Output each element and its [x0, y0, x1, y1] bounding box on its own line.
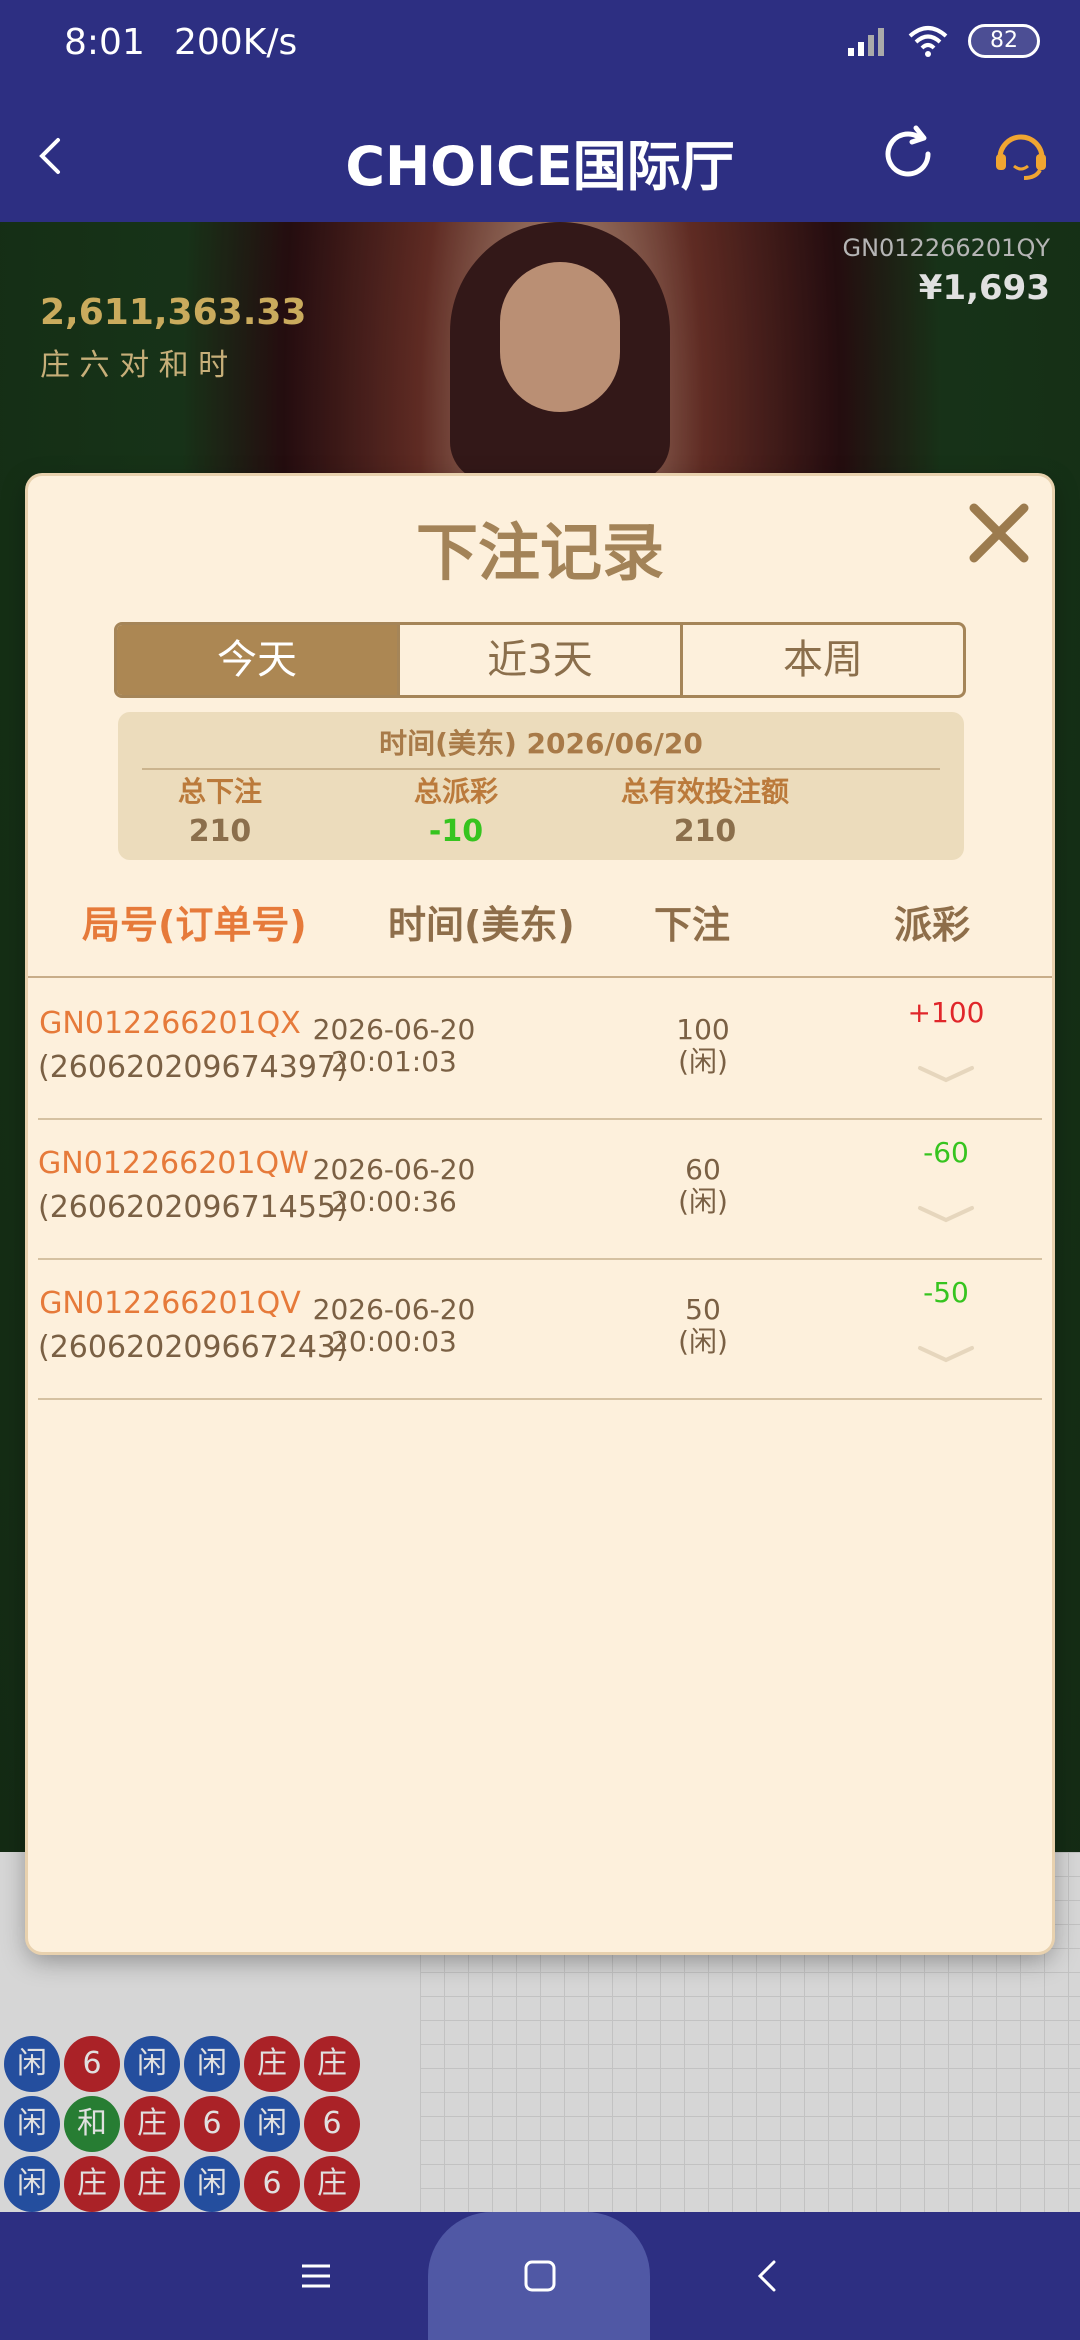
summary-total-bet: 总下注 210 [90, 772, 350, 852]
summary-divider [142, 768, 940, 770]
signal-icon [848, 28, 884, 56]
battery-indicator: 82 [968, 24, 1040, 58]
payout-value: +100 [907, 996, 985, 1029]
close-icon[interactable] [962, 496, 1036, 570]
menu-icon[interactable] [288, 2248, 344, 2304]
row-time: 20:00:36 [331, 1185, 457, 1218]
bet-side: (闲) [678, 1045, 728, 1078]
date-range-tabs: 今天 近3天 本周 [114, 622, 966, 698]
bet-amount: 50 [685, 1293, 721, 1326]
summary-panel: 时间(美东) 2026/06/20 总下注 210 总派彩 -10 总有效投注额… [118, 712, 964, 860]
round-cell: GN012266201QX (260620209674397) [38, 1002, 348, 1090]
summary-date: 时间(美东) 2026/06/20 [379, 727, 703, 760]
payout-value: -60 [923, 1136, 969, 1169]
time-cell: 2026-06-20 20:00:36 [274, 1154, 514, 1218]
refresh-icon[interactable] [876, 122, 940, 186]
customer-service-icon[interactable] [990, 124, 1052, 186]
chevron-down-icon[interactable] [916, 1202, 976, 1226]
total-payout-value: -10 [428, 814, 484, 849]
total-payout-label: 总派彩 [413, 775, 498, 808]
bet-side: (闲) [678, 1325, 728, 1358]
round-id: GN012266201QW [38, 1146, 309, 1181]
summary-total-payout: 总派彩 -10 [326, 772, 586, 852]
order-id: (260620209667243) [38, 1330, 348, 1365]
chevron-down-icon[interactable] [916, 1342, 976, 1366]
row-date: 2026-06-20 [312, 1293, 476, 1326]
bet-cell: 60 (闲) [648, 1154, 758, 1218]
column-bet: 下注 [654, 903, 731, 947]
order-id: (260620209671455) [38, 1190, 348, 1225]
row-date: 2026-06-20 [312, 1013, 476, 1046]
bet-side: (闲) [678, 1185, 728, 1218]
network-speed: 200K/s [174, 22, 298, 63]
table-header: 局号(订单号) 时间(美东) 下注 派彩 [28, 894, 1052, 978]
bet-amount: 60 [685, 1153, 721, 1186]
total-valid-value: 210 [673, 814, 737, 849]
status-icons: 82 [846, 24, 1040, 58]
column-time: 时间(美东) [388, 903, 575, 947]
bet-cell: 50 (闲) [648, 1294, 758, 1358]
total-valid-label: 总有效投注额 [620, 775, 789, 808]
bet-record-modal: 下注记录 今天 近3天 本周 时间(美东) 2026/06/20 总下注 210… [28, 476, 1052, 1952]
bet-amount: 100 [676, 1013, 730, 1046]
total-bet-label: 总下注 [177, 775, 262, 808]
app-header: CHOICE国际厅 [0, 92, 1080, 222]
time-cell: 2026-06-20 20:00:03 [274, 1294, 514, 1358]
status-bar: 8:01 200K/s 82 [0, 0, 1080, 92]
order-id: (260620209674397) [38, 1050, 348, 1085]
status-time: 8:01 [64, 22, 145, 63]
table-row[interactable]: GN012266201QW (260620209671455) 2026-06-… [38, 1120, 1042, 1260]
payout-value: -50 [923, 1276, 969, 1309]
wifi-icon [908, 26, 948, 57]
time-cell: 2026-06-20 20:01:03 [274, 1014, 514, 1078]
tab-this-week[interactable]: 本周 [683, 625, 963, 695]
column-round: 局号(订单号) [82, 903, 307, 947]
total-bet-value: 210 [188, 814, 252, 849]
row-date: 2026-06-20 [312, 1153, 476, 1186]
table-row[interactable]: GN012266201QX (260620209674397) 2026-06-… [38, 980, 1042, 1120]
row-time: 20:01:03 [331, 1045, 457, 1078]
round-cell: GN012266201QV (260620209667243) [38, 1282, 348, 1370]
table-row[interactable]: GN012266201QV (260620209667243) 2026-06-… [38, 1260, 1042, 1400]
round-id: GN012266201QX [39, 1006, 301, 1041]
system-nav-bar [0, 2212, 1080, 2340]
summary-total-valid: 总有效投注额 210 [575, 772, 835, 852]
row-time: 20:00:03 [331, 1325, 457, 1358]
tab-last-3-days[interactable]: 近3天 [400, 625, 683, 695]
chevron-down-icon[interactable] [916, 1062, 976, 1086]
home-icon[interactable] [512, 2248, 568, 2304]
bet-cell: 100 (闲) [648, 1014, 758, 1078]
tab-today[interactable]: 今天 [117, 625, 400, 695]
modal-title: 下注记录 [415, 516, 664, 589]
column-payout: 派彩 [894, 903, 971, 947]
round-id: GN012266201QV [39, 1286, 301, 1321]
back-nav-icon[interactable] [740, 2248, 796, 2304]
round-cell: GN012266201QW (260620209671455) [38, 1142, 348, 1230]
